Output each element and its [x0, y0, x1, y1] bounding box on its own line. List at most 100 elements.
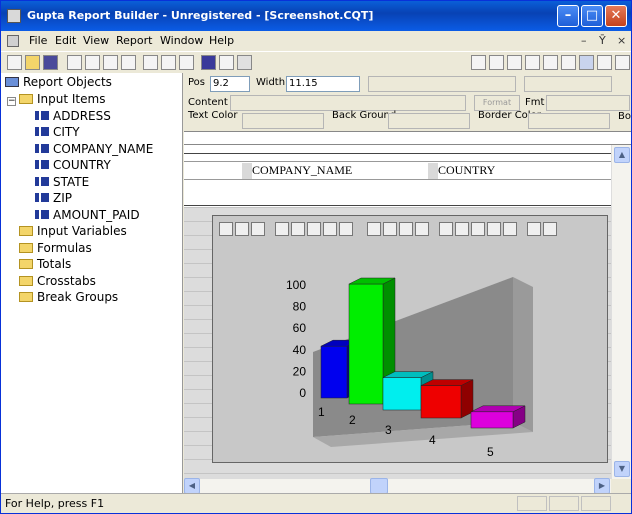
new-icon[interactable]	[7, 55, 22, 70]
child-restore-button[interactable]: Ȳ	[599, 34, 606, 47]
column-header[interactable]: COMPANY_NAME	[252, 163, 352, 179]
chart-grid-icon[interactable]	[307, 222, 321, 236]
ruler	[184, 131, 631, 145]
tree-field-label: COMPANY_NAME	[53, 142, 154, 156]
tree-group[interactable]: Input Variables	[19, 224, 127, 240]
copy-icon[interactable]	[85, 55, 100, 70]
print-icon[interactable]	[143, 55, 158, 70]
scroll-right-icon[interactable]: ▶	[594, 478, 610, 494]
menu-bar: File Edit View Report Window Help – Ȳ ×	[1, 31, 631, 51]
paste-icon[interactable]	[103, 55, 118, 70]
field-icon	[35, 111, 49, 120]
tree-input-items-label: Input Items	[37, 92, 106, 106]
chart-text-icon[interactable]	[339, 222, 353, 236]
text-tool-icon[interactable]	[489, 55, 504, 70]
toolbar	[1, 51, 631, 73]
chart-legend-icon[interactable]	[439, 222, 453, 236]
width-label: Width	[256, 77, 286, 88]
chart-pen-icon[interactable]	[503, 222, 517, 236]
tree-field[interactable]: ZIP	[35, 191, 72, 207]
close-button[interactable]: ✕	[605, 5, 627, 27]
notebook-icon[interactable]	[201, 55, 216, 70]
tree-field[interactable]: ADDRESS	[35, 109, 111, 125]
chart-object[interactable]: 100 80 60 40 20 0 1 2 3 4 5	[212, 215, 608, 463]
chart-move-icon[interactable]	[415, 222, 429, 236]
text-color-label: Text Color	[188, 110, 238, 121]
band-line	[184, 161, 611, 162]
field-icon	[35, 127, 49, 136]
pos-field[interactable]: 9.2	[210, 76, 250, 92]
collapse-icon[interactable]: −	[7, 97, 16, 106]
scroll-thumb[interactable]	[370, 478, 388, 494]
menu-edit[interactable]: Edit	[55, 34, 76, 47]
menu-window[interactable]: Window	[160, 34, 203, 47]
tree-group[interactable]: Totals	[19, 257, 71, 273]
width-field[interactable]: 11.15	[286, 76, 360, 92]
chart-bar-icon[interactable]	[219, 222, 233, 236]
tree-field-label: AMOUNT_PAID	[53, 208, 140, 222]
chart-colors-icon[interactable]	[399, 222, 413, 236]
chart-help-icon[interactable]	[527, 222, 541, 236]
child-close-button[interactable]: ×	[617, 34, 626, 47]
tree-input-items[interactable]: − Input Items	[7, 92, 105, 108]
y-tick-label: 20	[293, 364, 307, 378]
report-objects-panel: Report Objects − Input Items ADDRESS CITY…	[1, 73, 183, 493]
import-icon[interactable]	[161, 55, 176, 70]
menu-help[interactable]: Help	[209, 34, 234, 47]
tree-group[interactable]: Break Groups	[19, 290, 118, 306]
chart-stacked-icon[interactable]	[251, 222, 265, 236]
scroll-down-icon[interactable]: ▼	[614, 461, 630, 477]
tree-group-label: Crosstabs	[37, 274, 96, 288]
child-minimize-button[interactable]: –	[581, 34, 587, 47]
document-icon[interactable]	[7, 35, 19, 47]
field-icon	[35, 193, 49, 202]
maximize-button[interactable]: □	[581, 5, 603, 27]
content-label: Content	[188, 97, 228, 108]
save-icon[interactable]	[43, 55, 58, 70]
chart-scale-icon[interactable]	[323, 222, 337, 236]
field-tool-icon[interactable]	[507, 55, 522, 70]
chart-3d-icon[interactable]	[235, 222, 249, 236]
menu-report[interactable]: Report	[116, 34, 152, 47]
y-tick-label: 80	[293, 300, 307, 314]
chart-table-icon[interactable]	[275, 222, 289, 236]
horizontal-scrollbar[interactable]: ◀ ▶	[184, 478, 611, 494]
chart-zoom-icon[interactable]	[543, 222, 557, 236]
export-icon[interactable]	[179, 55, 194, 70]
group-tool-icon[interactable]	[615, 55, 630, 70]
tree-group[interactable]: Formulas	[19, 241, 92, 257]
tree-field[interactable]: COUNTRY	[35, 158, 111, 174]
tree-root[interactable]: Report Objects	[5, 75, 112, 91]
vertical-scrollbar[interactable]: ▲ ▼	[611, 145, 631, 479]
line-tool-icon[interactable]	[561, 55, 576, 70]
tree-field[interactable]: AMOUNT_PAID	[35, 208, 140, 224]
scroll-up-icon[interactable]: ▲	[614, 147, 630, 163]
chart-label-icon[interactable]	[471, 222, 485, 236]
tree-group-label: Formulas	[37, 241, 92, 255]
rectangle-tool-icon[interactable]	[525, 55, 540, 70]
folder-icon	[19, 276, 33, 286]
menu-view[interactable]: View	[83, 34, 109, 47]
paste-special-icon[interactable]	[121, 55, 136, 70]
tree-field[interactable]: COMPANY_NAME	[35, 142, 153, 158]
minimize-button[interactable]: –	[557, 5, 579, 27]
chart-abc-icon[interactable]	[291, 222, 305, 236]
open-icon[interactable]	[25, 55, 40, 70]
edit-icon[interactable]	[219, 55, 234, 70]
column-header[interactable]: COUNTRY	[438, 163, 495, 179]
picture-tool-icon[interactable]	[543, 55, 558, 70]
pointer-icon[interactable]	[471, 55, 486, 70]
scroll-left-icon[interactable]: ◀	[184, 478, 200, 494]
chart-tool-icon[interactable]	[487, 222, 501, 236]
y-tick-label: 40	[293, 343, 307, 357]
tree-field[interactable]: CITY	[35, 125, 80, 141]
chart-rotate-icon[interactable]	[367, 222, 381, 236]
tree-group[interactable]: Crosstabs	[19, 274, 96, 290]
chart-tool-icon[interactable]	[579, 55, 594, 70]
crosstab-tool-icon[interactable]	[597, 55, 612, 70]
menu-file[interactable]: File	[29, 34, 47, 47]
chart-series-icon[interactable]	[455, 222, 469, 236]
cut-icon[interactable]	[67, 55, 82, 70]
tree-field[interactable]: STATE	[35, 175, 89, 191]
chart-wand-icon[interactable]	[383, 222, 397, 236]
